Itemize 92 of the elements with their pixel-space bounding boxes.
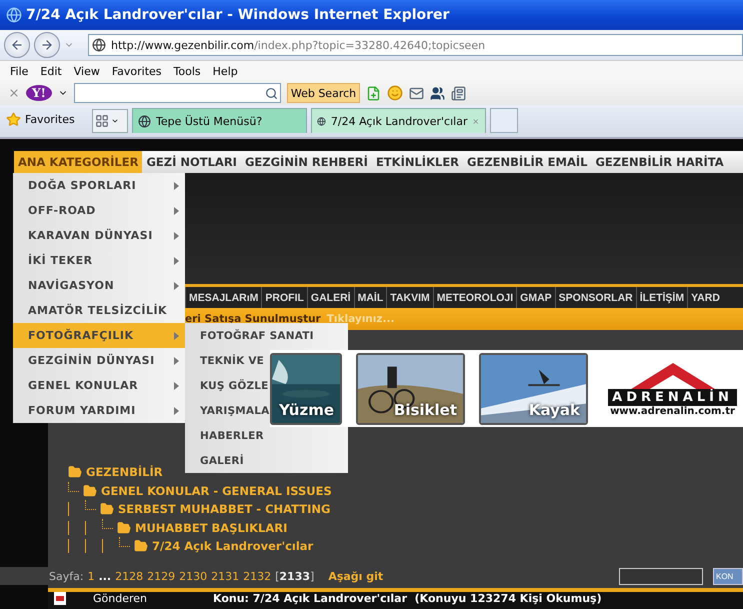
web-search-button[interactable]: Web Search [286,83,360,103]
arrow-icon [174,356,179,364]
page-link[interactable]: 2131 [211,570,240,582]
submenu-item[interactable]: HABERLER [185,423,266,448]
window-title: 7/24 Açık Landrover'cılar - Windows Internet Explorer [26,7,450,23]
close-icon[interactable] [8,87,20,99]
menu-item[interactable]: AMATÖR TELSİZCİLİK [13,298,185,323]
menu-item[interactable]: NAVİGASYON [13,273,185,298]
back-icon [10,38,24,52]
search-logo[interactable]: Y! [26,85,52,101]
menu-item[interactable]: Tools [168,64,207,78]
address-text: http://www.gezenbilir.com/index.php?topic=33280.42640;topicseen [111,38,486,52]
submenu-item[interactable]: FOTOĞRAF SANATI [185,323,316,348]
folder-icon [117,520,131,535]
page-ellipsis: ... [98,570,112,582]
browser-icon [6,7,22,23]
arrow-icon [174,406,179,414]
nav-link[interactable]: GEZGİNİN REHBERİ [240,151,372,173]
folder-icon [134,539,148,554]
menu-item[interactable]: GEZGİNİN DÜNYASI [13,348,185,373]
breadcrumb-link[interactable]: MUHABBET BAŞLIKLARI [135,520,288,535]
arrow-icon [174,206,179,214]
page-link[interactable]: 1 [88,570,95,582]
mail-icon[interactable] [409,86,424,100]
author-heading: Gönderen [93,592,148,605]
favorites-button[interactable]: Favorites [6,112,88,126]
arrow-icon [174,382,179,390]
menu-item[interactable]: View [68,64,106,78]
people-icon[interactable] [430,86,446,100]
current-page: [2133] [275,570,314,582]
menu-item[interactable]: Favorites [106,64,168,78]
nav-link[interactable]: ETKİNLİKLER [372,151,464,173]
nav-link[interactable]: GEZENBİLİR EMAİL [463,151,592,173]
pager-label: Sayfa: [49,570,84,582]
page-link[interactable]: 2128 [115,570,144,582]
topic-heading: Konu: 7/24 Açık Landrover'cılar (Konuyu 123274 Kişi Okumuş) [213,592,602,605]
submenu-item[interactable]: GALERİ [185,448,246,473]
folder-icon [100,502,114,516]
arrow-icon [174,332,179,340]
arrow-icon [174,182,179,190]
star-icon [6,112,21,126]
bookmark-add-icon[interactable] [366,86,382,100]
arrow-icon [174,282,179,290]
back-button[interactable] [4,32,30,58]
logo-name: ADRENALİN [608,388,737,406]
menu-item[interactable]: File [4,64,34,78]
submenu-item[interactable]: YARIŞMALA [185,398,272,423]
menu-item[interactable]: GENEL KONULAR [13,373,185,398]
arrow-icon [174,232,179,240]
smiley-icon[interactable] [387,85,404,101]
page-link[interactable]: 2132 [243,570,272,582]
news-icon[interactable] [451,86,466,100]
menu-item[interactable]: Help [206,64,244,78]
menu-item[interactable]: KARAVAN DÜNYASI [13,223,185,248]
folder-icon [68,465,82,480]
caret-icon [111,117,119,125]
globe-icon [138,114,151,128]
breadcrumb-link[interactable]: SERBEST MUHABBET - CHATTING [118,502,330,516]
submenu-item[interactable]: TEKNİK VE [185,348,266,373]
search-icon[interactable] [264,86,278,100]
search-field[interactable] [74,83,281,103]
announcement-text: eri Satışa Sunulmuştur [185,313,321,325]
page-link[interactable]: 2129 [147,570,176,582]
jump-select[interactable] [619,568,703,584]
grid-icon [95,114,109,128]
nav-link[interactable]: ANA KATEGORİLER [14,151,142,173]
submenu-item[interactable]: KUŞ GÖZLE [185,373,271,398]
menu-item[interactable]: OFF-ROAD [13,198,185,223]
nav-link[interactable]: GEZENBİLİR HARİTA [591,151,728,173]
menu-item[interactable]: FORUM YARDIMI [13,398,185,423]
nav-link[interactable]: GEZİ NOTLARI [142,151,241,173]
globe-icon [317,114,326,128]
arrow-icon [174,256,179,264]
forward-button[interactable] [34,32,60,58]
page-link[interactable]: 2130 [179,570,208,582]
menu-item[interactable]: DOĞA SPORLARI [13,173,185,198]
breadcrumb-link[interactable]: 7/24 Açık Landrover'cılar [152,539,314,554]
forward-icon [40,38,54,52]
document-icon [53,592,67,605]
menu-item[interactable]: Edit [34,64,68,78]
jump-down-link[interactable]: Aşağı git [328,570,384,582]
address-field[interactable]: http://www.gezenbilir.com/index.php?topic=33280.42640;topicseen [88,34,743,56]
breadcrumb-link[interactable]: GENEL KONULAR - GENERAL ISSUES [101,484,332,498]
menu-item[interactable]: FOTOĞRAFÇILIK [13,323,185,348]
quick-tabs-button[interactable] [92,109,128,133]
breadcrumb-link[interactable]: GEZENBİLİR [86,465,163,480]
menu-item[interactable]: İKİ TEKER [13,248,185,273]
logo-url: www.adrenalin.com.tr [610,406,735,416]
browser-tab[interactable]: 7/24 Açık Landrover'cılar [311,108,486,133]
browser-tab[interactable]: Tepe Üstü Menüsü? [132,108,307,133]
globe-icon [92,38,106,52]
folder-icon [83,484,97,498]
